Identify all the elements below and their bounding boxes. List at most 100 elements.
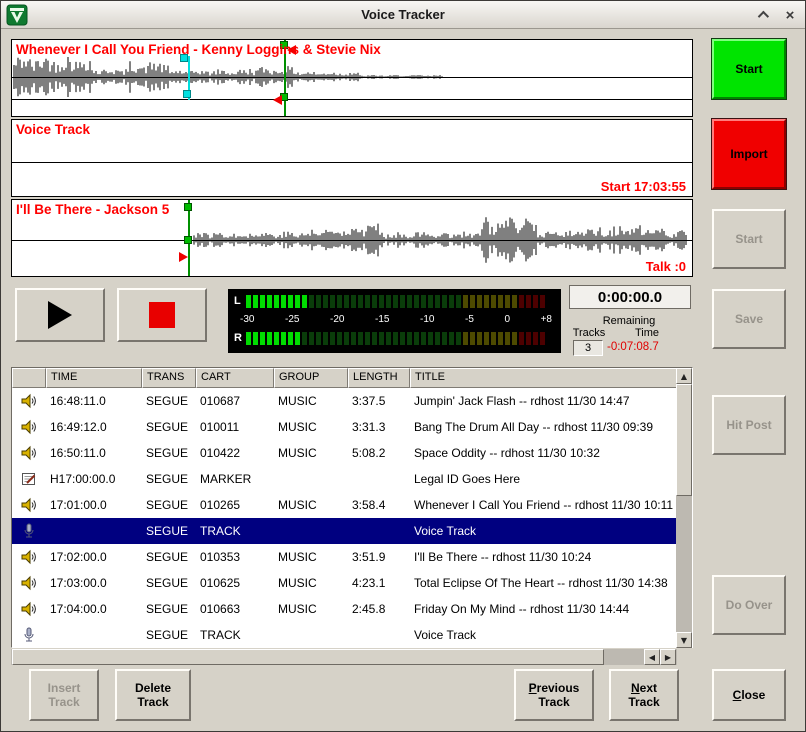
microphone-icon [21,523,37,539]
cell-trans: SEGUE [142,394,196,408]
scrollbar-corner [677,649,693,665]
cell-title: Jumpin' Jack Flash -- rdhost 11/30 14:47 [410,394,678,408]
next-label-line2: Track [628,695,659,709]
scale-tick: -5 [465,314,474,325]
close-window-button[interactable]: × [781,6,799,24]
log-row[interactable]: 17:01:00.0 SEGUE 010265 MUSIC 3:58.4 Whe… [12,492,678,518]
track2-title: Voice Track [16,122,90,137]
waveform-stack: Whenever I Call You Friend - Kenny Loggi… [11,39,693,277]
speaker-icon [21,445,37,461]
col-title[interactable]: TITLE [410,368,678,388]
cell-cart: 010265 [196,498,274,512]
cell-trans: SEGUE [142,628,196,642]
previous-label-line2: Track [538,695,569,709]
next-track-button[interactable]: Next Track [609,669,679,721]
start-next-button[interactable]: Start [712,209,786,269]
col-cart[interactable]: CART [196,368,274,388]
next-label-line1: Next [631,681,657,695]
log-row[interactable]: 16:48:11.0 SEGUE 010687 MUSIC 3:37.5 Jum… [12,388,678,414]
insert-label-line2: Track [48,695,79,709]
voice-tracker-window: Voice Tracker × Whenever I Call You Frie… [0,0,806,732]
insert-track-button[interactable]: Insert Track [29,669,99,721]
cell-group: MUSIC [274,550,348,564]
stop-icon [149,302,175,328]
remaining-label: Remaining [561,315,697,327]
horizontal-scrollbar[interactable]: ◀ ▶ [11,649,693,665]
track1-title: Whenever I Call You Friend - Kenny Loggi… [16,42,381,57]
col-time[interactable]: TIME [46,368,142,388]
close-button[interactable]: Close [712,669,786,721]
save-button[interactable]: Save [712,289,786,349]
scroll-up-icon[interactable]: ▲ [676,368,692,384]
start-record-button[interactable]: Start [712,39,786,99]
log-row[interactable]: 16:49:12.0 SEGUE 010011 MUSIC 3:31.3 Ban… [12,414,678,440]
col-length[interactable]: LENGTH [348,368,410,388]
play-icon [48,301,72,329]
speaker-icon [21,549,37,565]
track3-waveform-panel[interactable]: I'll Be There - Jackson 5 Talk :0 [11,199,693,277]
cell-length: 3:31.3 [348,420,410,434]
log-row-selected[interactable]: SEGUE TRACK Voice Track [12,518,678,544]
log-row[interactable]: 17:02:00.0 SEGUE 010353 MUSIC 3:51.9 I'l… [12,544,678,570]
cell-cart: MARKER [196,472,274,486]
scale-tick: -30 [240,314,254,325]
cell-time: 16:48:11.0 [46,394,142,408]
stop-button[interactable] [117,288,207,342]
cell-group: MUSIC [274,394,348,408]
scroll-down-icon[interactable]: ▼ [676,632,692,648]
track2-waveform-panel[interactable]: Voice Track Start 17:03:55 [11,119,693,197]
scale-tick: -20 [330,314,344,325]
cell-title: Bang The Drum All Day -- rdhost 11/30 09… [410,420,678,434]
cell-title: Voice Track [410,524,678,538]
delete-track-button[interactable]: Delete Track [115,669,191,721]
track1-segue-line [12,99,692,100]
scale-tick: 0 [504,314,510,325]
titlebar[interactable]: Voice Tracker × [1,1,805,29]
scale-tick: -25 [285,314,299,325]
cell-time: 17:02:00.0 [46,550,142,564]
cell-title: Voice Track [410,628,678,642]
log-row[interactable]: 17:04:00.0 SEGUE 010663 MUSIC 2:45.8 Fri… [12,596,678,622]
cell-length: 3:51.9 [348,550,410,564]
track3-talk-time: Talk :0 [646,259,686,274]
hit-post-button[interactable]: Hit Post [712,395,786,455]
import-button[interactable]: Import [712,119,786,189]
cell-cart: 010625 [196,576,274,590]
scroll-left-icon[interactable]: ◀ [644,649,660,665]
previous-track-button[interactable]: Previous Track [514,669,594,721]
cell-trans: SEGUE [142,524,196,538]
log-row[interactable]: H17:00:00.0 SEGUE MARKER Legal ID Goes H… [12,466,678,492]
col-group[interactable]: GROUP [274,368,348,388]
vertical-scrollbar[interactable]: ▲ ▼ [676,368,692,648]
track1-waveform-panel[interactable]: Whenever I Call You Friend - Kenny Loggi… [11,39,693,117]
cell-group: MUSIC [274,576,348,590]
log-table: TIME TRANS CART GROUP LENGTH TITLE 16:48… [11,367,693,648]
start-marker-handle[interactable] [184,236,192,244]
log-row[interactable]: 17:03:00.0 SEGUE 010625 MUSIC 4:23.1 Tot… [12,570,678,596]
cell-cart: 010011 [196,420,274,434]
do-over-button[interactable]: Do Over [712,575,786,635]
col-icon[interactable] [12,368,46,388]
scroll-right-icon[interactable]: ▶ [660,649,676,665]
cell-cart: 010663 [196,602,274,616]
log-row[interactable]: 16:50:11.0 SEGUE 010422 MUSIC 5:08.2 Spa… [12,440,678,466]
meter-right-bar [246,332,545,345]
cell-trans: SEGUE [142,446,196,460]
cell-trans: SEGUE [142,576,196,590]
fade-marker-icon[interactable] [179,252,188,262]
horizontal-scroll-thumb[interactable] [12,649,604,665]
vertical-scroll-thumb[interactable] [676,384,692,496]
shade-button[interactable] [753,6,771,24]
log-row[interactable]: SEGUE TRACK Voice Track [12,622,678,648]
speaker-icon [21,575,37,591]
meter-right-label: R [234,332,242,344]
meter-left-label: L [234,295,241,307]
cell-group: MUSIC [274,420,348,434]
play-button[interactable] [15,288,105,342]
delete-label-line2: Track [137,695,168,709]
talk-marker-handle[interactable] [183,90,191,98]
fade-marker-icon[interactable] [273,95,282,105]
cell-time: H17:00:00.0 [46,472,142,486]
start-marker-handle[interactable] [184,203,192,211]
col-trans[interactable]: TRANS [142,368,196,388]
